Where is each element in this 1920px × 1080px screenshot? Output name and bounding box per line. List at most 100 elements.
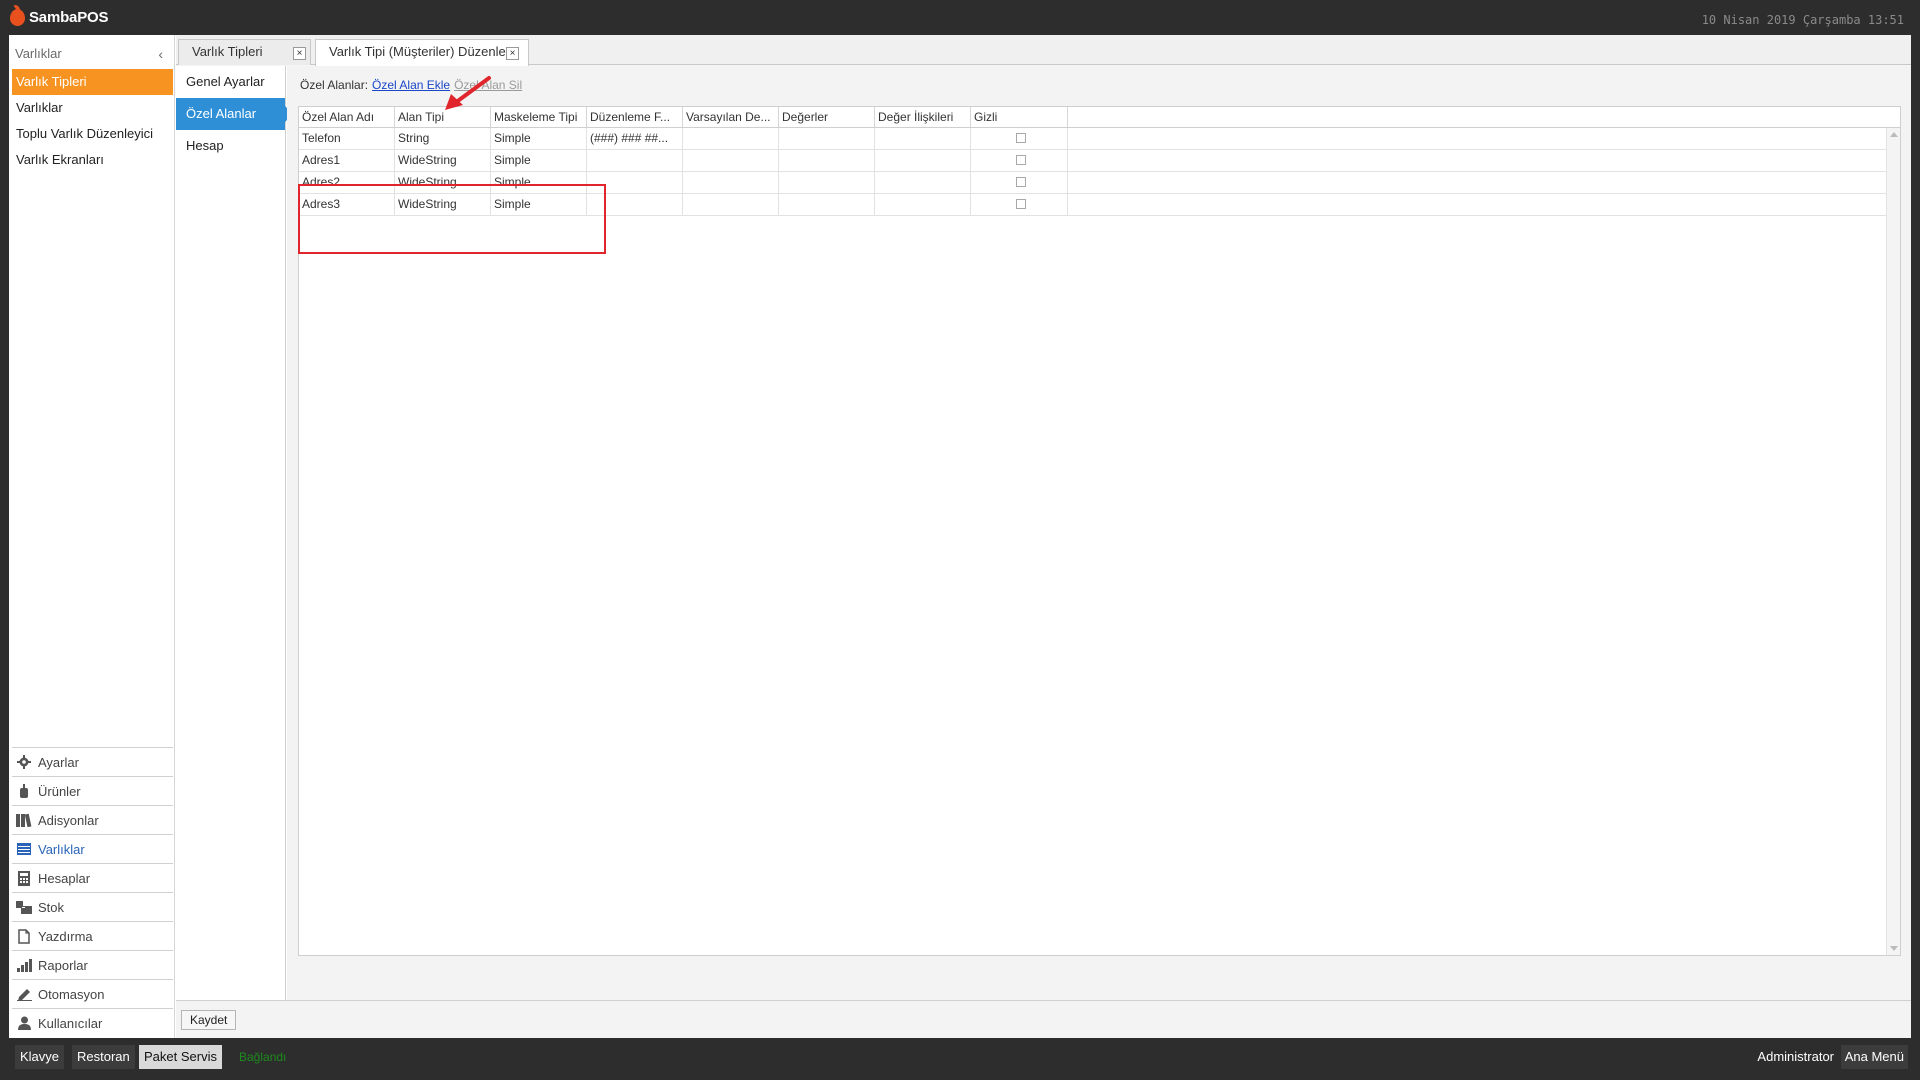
module-urunler[interactable]: Ürünler: [12, 776, 173, 805]
app-logo: SambaPOS: [10, 5, 108, 26]
tab-varlik-tipleri[interactable]: Varlık Tipleri ×: [178, 39, 311, 65]
module-label: Kullanıcılar: [38, 1015, 103, 1031]
bar-chart-icon: [16, 957, 32, 973]
document-icon: [16, 928, 32, 944]
collapse-icon[interactable]: ‹: [158, 43, 163, 65]
column-header-value-relations[interactable]: Değer İlişkileri: [875, 107, 971, 127]
hidden-checkbox[interactable]: [1016, 177, 1026, 187]
pen-icon: [16, 986, 32, 1002]
column-header-filler: [1068, 107, 1900, 127]
table-row[interactable]: Telefon String Simple (###) ### ##...: [299, 128, 1900, 150]
cell-name[interactable]: Adres1: [299, 150, 395, 171]
leftnav-item-varlik-tipleri[interactable]: Varlık Tipleri: [12, 69, 173, 95]
cell-values[interactable]: [779, 150, 875, 171]
module-label: Yazdırma: [38, 928, 93, 944]
column-header-values[interactable]: Değerler: [779, 107, 875, 127]
product-icon: [16, 783, 32, 799]
cell-mask-type[interactable]: Simple: [491, 128, 587, 149]
current-user: Administrator: [1757, 1049, 1834, 1064]
cell-values[interactable]: [779, 128, 875, 149]
module-list: Ayarlar Ürünler Adisyonlar Varlıklar Hes…: [12, 747, 173, 1037]
leftnav-item-toplu-varlik-duzenleyici[interactable]: Toplu Varlık Düzenleyici: [12, 121, 173, 147]
tab-varlik-tipi-duzenle[interactable]: Varlık Tipi (Müşteriler) Düzenle ×: [315, 39, 529, 66]
hidden-checkbox[interactable]: [1016, 155, 1026, 165]
cell-field-type[interactable]: String: [395, 128, 491, 149]
cell-default-value[interactable]: [683, 150, 779, 171]
connection-status: Bağlandı: [239, 1050, 287, 1064]
add-custom-field-link[interactable]: Özel Alan Ekle: [372, 78, 450, 92]
module-hesaplar[interactable]: Hesaplar: [12, 863, 173, 892]
cell-default-value[interactable]: [683, 194, 779, 215]
leftnav-items: Varlık Tipleri Varlıklar Toplu Varlık Dü…: [12, 69, 173, 173]
keyboard-button[interactable]: Klavye: [15, 1045, 65, 1069]
toolbar-label: Özel Alanlar:: [300, 78, 369, 92]
section-ozel-alanlar[interactable]: Özel Alanlar: [176, 98, 293, 130]
cell-edit-format[interactable]: (###) ### ##...: [587, 128, 683, 149]
module-label: Ayarlar: [38, 754, 79, 770]
module-label: Adisyonlar: [38, 812, 99, 828]
cell-hidden: [971, 128, 1068, 149]
user-icon: [16, 1015, 32, 1031]
cell-hidden: [971, 150, 1068, 171]
cell-values[interactable]: [779, 194, 875, 215]
module-adisyonlar[interactable]: Adisyonlar: [12, 805, 173, 834]
title-bar: SambaPOS 10 Nisan 2019 Çarşamba 13:51: [0, 0, 1920, 34]
module-raporlar[interactable]: Raporlar: [12, 950, 173, 979]
module-label: Stok: [38, 899, 65, 915]
annotation-arrow-icon: [445, 76, 491, 110]
module-stok[interactable]: Stok: [12, 892, 173, 921]
hidden-checkbox[interactable]: [1016, 133, 1026, 143]
leftnav-item-varlik-ekranlari[interactable]: Varlık Ekranları: [12, 147, 173, 173]
close-icon[interactable]: ×: [293, 47, 306, 60]
cell-mask-type[interactable]: Simple: [491, 150, 587, 171]
cell-field-type[interactable]: WideString: [395, 150, 491, 171]
cell-hidden: [971, 172, 1068, 193]
column-header-default-value[interactable]: Varsayılan De...: [683, 107, 779, 127]
cell-values[interactable]: [779, 172, 875, 193]
tab-strip: Varlık Tipleri × Varlık Tipi (Müşteriler…: [176, 35, 1911, 66]
leftnav-item-varliklar[interactable]: Varlıklar: [12, 95, 173, 121]
cell-hidden: [971, 194, 1068, 215]
module-varliklar[interactable]: Varlıklar: [12, 834, 173, 863]
left-navigation: Varlıklar ‹ Varlık Tipleri Varlıklar Top…: [9, 35, 175, 1038]
vertical-scrollbar[interactable]: [1886, 128, 1900, 955]
paket-servis-button[interactable]: Paket Servis: [139, 1045, 222, 1069]
hidden-checkbox[interactable]: [1016, 199, 1026, 209]
section-hesap[interactable]: Hesap: [176, 130, 285, 162]
inventory-icon: [16, 899, 32, 915]
section-navigation: Genel Ayarlar Özel Alanlar Hesap: [176, 66, 293, 1000]
column-header-mask-type[interactable]: Maskeleme Tipi: [491, 107, 587, 127]
section-genel-ayarlar[interactable]: Genel Ayarlar: [176, 66, 285, 98]
gear-icon: [16, 754, 32, 770]
cell-filler: [1068, 172, 1900, 193]
column-header-hidden[interactable]: Gizli: [971, 107, 1068, 127]
main-menu-button[interactable]: Ana Menü: [1840, 1045, 1908, 1069]
module-otomasyon[interactable]: Otomasyon: [12, 979, 173, 1008]
module-label: Otomasyon: [38, 986, 105, 1002]
clock: 10 Nisan 2019 Çarşamba 13:51: [1701, 13, 1904, 27]
cell-edit-format[interactable]: [587, 150, 683, 171]
cell-value-relations[interactable]: [875, 194, 971, 215]
entities-icon: [16, 841, 32, 857]
cell-name[interactable]: Telefon: [299, 128, 395, 149]
module-kullanicilar[interactable]: Kullanıcılar: [12, 1008, 173, 1037]
cell-value-relations[interactable]: [875, 150, 971, 171]
module-label: Varlıklar: [38, 841, 85, 857]
restoran-button[interactable]: Restoran: [72, 1045, 135, 1069]
main-frame: Varlıklar ‹ Varlık Tipleri Varlıklar Top…: [9, 35, 1911, 1038]
annotation-highlight-box: [298, 184, 606, 254]
cell-default-value[interactable]: [683, 128, 779, 149]
cell-filler: [1068, 194, 1900, 215]
close-icon[interactable]: ×: [506, 47, 519, 60]
save-button[interactable]: Kaydet: [181, 1010, 237, 1030]
column-header-name[interactable]: Özel Alan Adı: [299, 107, 395, 127]
status-bar: Klavye Restoran Paket Servis Bağlandı Ad…: [0, 1040, 1920, 1080]
column-header-edit-format[interactable]: Düzenleme F...: [587, 107, 683, 127]
table-row[interactable]: Adres1 WideString Simple: [299, 150, 1900, 172]
tab-label: Varlık Tipi (Müşteriler) Düzenle: [329, 44, 506, 59]
cell-value-relations[interactable]: [875, 128, 971, 149]
module-yazdirma[interactable]: Yazdırma: [12, 921, 173, 950]
module-ayarlar[interactable]: Ayarlar: [12, 747, 173, 776]
cell-value-relations[interactable]: [875, 172, 971, 193]
cell-default-value[interactable]: [683, 172, 779, 193]
